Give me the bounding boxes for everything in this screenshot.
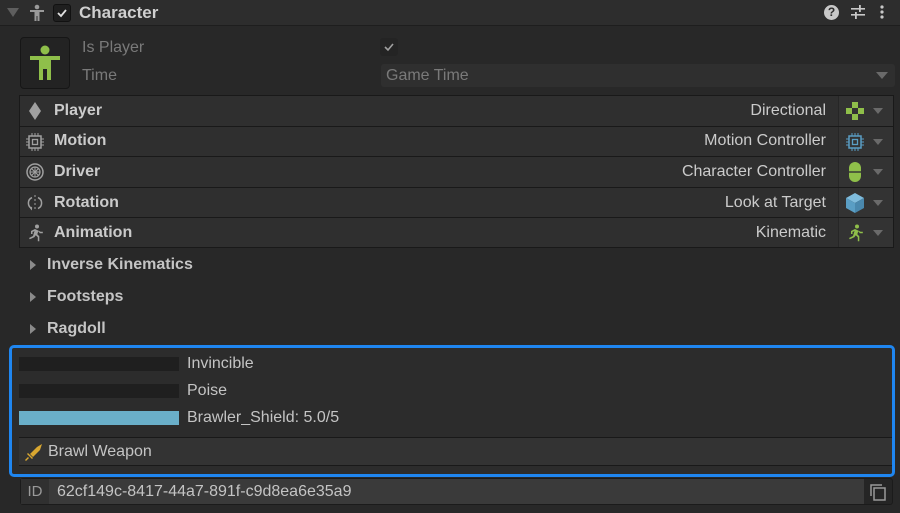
diamond-icon [25, 101, 45, 121]
copy-icon[interactable] [868, 482, 890, 502]
person-icon [28, 4, 46, 27]
row-rotation[interactable]: Rotation Look at Target [19, 186, 894, 218]
time-select[interactable]: Game Time [381, 64, 895, 87]
row-value: Character Controller [681, 162, 826, 180]
weapon-field[interactable]: Brawl Weapon [19, 437, 892, 466]
foldout-footsteps[interactable]: Footsteps [30, 288, 123, 306]
chevron-down-icon [873, 199, 883, 206]
component-header: Character ? [0, 0, 900, 26]
row-label: Motion [54, 132, 107, 150]
component-title: Character [79, 3, 159, 22]
help-icon[interactable]: ? [824, 5, 839, 20]
row-label: Driver [54, 162, 101, 180]
stat-bar [19, 357, 179, 371]
chip-icon [845, 132, 865, 152]
fold-triangle-icon [30, 260, 36, 270]
row-player[interactable]: Player Directional [19, 95, 894, 126]
stat-invincible: Invincible [19, 355, 254, 373]
fold-triangle-icon [30, 324, 36, 334]
row-picker[interactable] [838, 126, 893, 157]
weapon-label: Brawl Weapon [48, 442, 152, 460]
time-label: Time [82, 67, 117, 84]
row-picker[interactable] [838, 218, 893, 247]
gamepad-dpad-icon [845, 101, 865, 121]
fold-triangle-icon [30, 292, 36, 302]
wheel-icon [25, 162, 45, 182]
chip-icon [25, 132, 45, 152]
sword-icon [25, 443, 43, 461]
capsule-icon [845, 162, 865, 183]
cube-icon [845, 192, 865, 213]
row-value: Directional [750, 101, 826, 119]
chevron-down-icon [873, 169, 883, 176]
more-icon[interactable] [879, 4, 885, 25]
enable-checkbox[interactable] [53, 4, 71, 22]
foldout-inverse-kinematics[interactable]: Inverse Kinematics [30, 256, 193, 274]
presets-icon[interactable] [851, 5, 865, 24]
foldout-label: Ragdoll [47, 320, 106, 337]
row-label: Player [54, 101, 103, 119]
row-motion[interactable]: Motion Motion Controller [19, 125, 894, 157]
row-picker[interactable] [838, 96, 893, 126]
chevron-down-icon [873, 230, 883, 237]
row-animation[interactable]: Animation Kinematic [19, 217, 894, 248]
row-picker[interactable] [838, 187, 893, 218]
chevron-down-icon [876, 72, 888, 79]
foldout-label: Footsteps [47, 288, 124, 305]
fold-triangle-icon[interactable] [7, 8, 19, 17]
avatar [20, 37, 70, 89]
id-field: ID 62cf149c-8417-44a7-891f-c9d8ea6e35a9 [20, 478, 893, 505]
stat-label: Brawler_Shield: 5.0/5 [187, 409, 340, 426]
stat-bar [19, 411, 179, 425]
stat-bar [19, 384, 179, 398]
stat-bar-fill [19, 411, 179, 425]
stat-label: Invincible [187, 355, 254, 372]
stat-brawler-shield: Brawler_Shield: 5.0/5 [19, 409, 339, 427]
stat-poise: Poise [19, 382, 227, 400]
foldout-label: Inverse Kinematics [47, 256, 193, 273]
rotate-icon [25, 193, 45, 213]
is-player-checkbox[interactable] [380, 38, 398, 56]
row-value: Kinematic [755, 223, 826, 241]
id-label: ID [21, 479, 49, 504]
row-value: Look at Target [724, 193, 826, 211]
running-icon [25, 223, 45, 243]
row-picker[interactable] [838, 157, 893, 187]
row-label: Animation [54, 223, 133, 241]
row-value: Motion Controller [704, 132, 826, 150]
stat-label: Poise [187, 382, 228, 399]
id-value[interactable]: 62cf149c-8417-44a7-891f-c9d8ea6e35a9 [49, 479, 864, 504]
time-select-value: Game Time [386, 67, 469, 84]
chevron-down-icon [873, 108, 883, 114]
is-player-label: Is Player [82, 39, 145, 56]
running-icon [845, 223, 865, 243]
row-label: Rotation [54, 193, 119, 211]
property-rows: Player Directional Motion Motion Control… [19, 95, 894, 248]
chevron-down-icon [873, 138, 883, 145]
foldout-ragdoll[interactable]: Ragdoll [30, 320, 106, 338]
row-driver[interactable]: Driver Character Controller [19, 156, 894, 187]
